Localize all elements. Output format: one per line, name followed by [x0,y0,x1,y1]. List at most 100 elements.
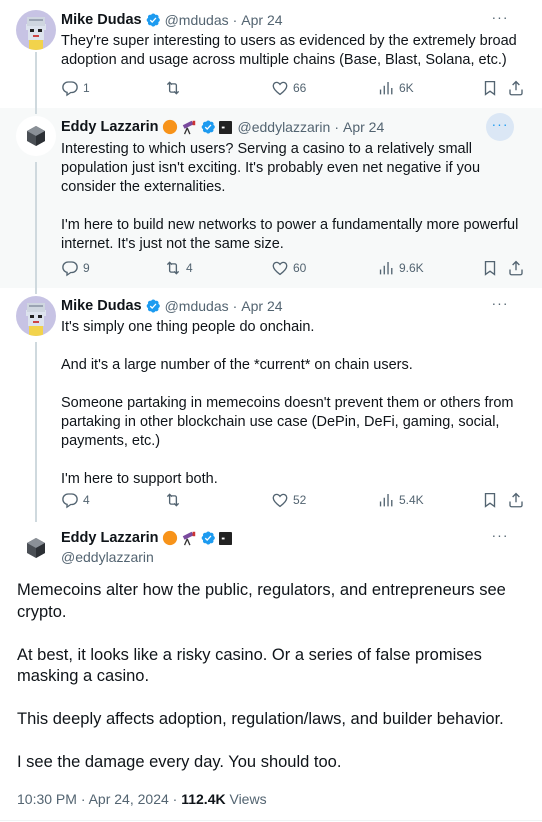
tweet-header: Mike Dudas @mdudas · Apr 24 ··· [61,296,526,316]
like-icon [271,79,289,97]
like-icon [271,491,289,509]
repost-icon [164,79,182,97]
handle-row: @eddylazzarin [61,547,526,567]
tweet-3[interactable]: Mike Dudas @mdudas · Apr 24 ··· It's sim… [0,288,542,516]
avatar[interactable] [16,528,56,568]
share-button[interactable] [507,258,525,278]
tweet-paragraph: I'm here to build new networks to power … [61,217,519,252]
main-tweet: Eddy Lazzarin ··· @eddylazzarin Memecoin… [0,516,542,822]
share-button[interactable] [507,78,525,98]
repost-count: 4 [186,261,193,275]
repost-button[interactable] [164,78,182,98]
thread-line [35,52,37,108]
orange-circle-emoji-icon [162,530,178,546]
reply-count: 9 [83,261,90,275]
tweet-metadata: 10:30 PM · Apr 24, 2024 · 112.4K Views [17,791,267,807]
orange-circle-emoji-icon [162,119,178,135]
tweet-paragraph: Interesting to which users? Serving a ca… [61,141,481,195]
thread-line [35,288,37,294]
tweet-text: Interesting to which users? Serving a ca… [61,140,528,254]
tweet-paragraph: Someone partaking in memecoins doesn't p… [61,395,514,449]
author-name[interactable]: Eddy Lazzarin [61,119,159,135]
views-label: Views [225,791,267,807]
reply-button[interactable]: 4 [61,490,90,510]
views-button[interactable]: 5.4K [377,490,424,510]
tweet-paragraph: This deeply affects adoption, regulation… [17,710,504,728]
reply-icon [61,259,79,277]
thread-line [35,162,37,288]
avatar[interactable] [16,116,56,156]
telescope-emoji-icon [181,530,197,546]
views-icon [377,79,395,97]
tweet-date[interactable]: Apr 24 [241,12,282,28]
repost-icon [164,259,182,277]
repost-button[interactable]: 4 [164,258,193,278]
views-count: 112.4K [181,791,226,807]
thread-line [35,516,37,522]
reply-icon [61,79,79,97]
bookmark-button[interactable] [481,78,499,98]
views-icon [377,259,395,277]
tweet-paragraph: I'm here to support both. [61,471,218,487]
views-count: 5.4K [399,493,424,507]
share-button[interactable] [507,490,525,510]
action-bar: 4 52 5.4K [61,490,526,510]
more-icon[interactable]: ··· [490,296,510,316]
verified-badge-icon [145,298,161,314]
tweet-paragraph: They're super interesting to users as ev… [61,33,517,68]
bookmark-button[interactable] [481,258,499,278]
avatar[interactable] [16,296,56,336]
more-icon[interactable]: ··· [490,10,510,30]
views-count: 6K [399,81,414,95]
repost-button[interactable] [164,490,182,510]
more-icon[interactable]: ··· [490,528,510,548]
author-handle[interactable]: @mdudas [165,298,229,314]
separator: · [232,298,238,314]
action-bar: 1 66 6K [61,78,526,98]
repost-icon [164,491,182,509]
author-name[interactable]: Mike Dudas [61,298,142,314]
tweet-1[interactable]: Mike Dudas @mdudas · Apr 24 ··· They're … [0,0,542,108]
tweet-timestamp[interactable]: 10:30 PM · Apr 24, 2024 · [17,791,181,807]
author-name[interactable]: Mike Dudas [61,12,142,28]
tweet-header: Eddy Lazzarin @eddylazzarin · Apr 24 ··· [61,113,526,141]
bookmark-icon [481,259,499,277]
a16z-square-icon [219,532,232,545]
bookmark-icon [481,79,499,97]
tweet-paragraph: Memecoins alter how the public, regulato… [17,581,506,621]
reply-button[interactable]: 9 [61,258,90,278]
thread-line [35,342,37,516]
share-icon [507,79,525,97]
action-bar: 9 4 60 9.6K [61,258,526,278]
tweet-date[interactable]: Apr 24 [343,119,384,135]
bookmark-button[interactable] [481,490,499,510]
author-handle[interactable]: @eddylazzarin [61,549,154,565]
views-icon [377,491,395,509]
tweet-paragraph: At best, it looks like a risky casino. O… [17,645,482,686]
a16z-square-icon [219,121,232,134]
like-icon [271,259,289,277]
reply-icon [61,491,79,509]
separator: · [334,119,339,135]
like-count: 66 [293,81,307,95]
author-handle[interactable]: @eddylazzarin [238,119,331,135]
more-icon[interactable]: ··· [486,113,514,141]
tweet-date[interactable]: Apr 24 [241,298,282,314]
avatar[interactable] [16,10,56,50]
like-count: 52 [293,493,307,507]
like-button[interactable]: 52 [271,490,306,510]
divider [0,820,542,821]
bookmark-icon [481,491,499,509]
verified-badge-icon [200,530,216,546]
tweet-header: Mike Dudas @mdudas · Apr 24 ··· [61,10,526,30]
author-name[interactable]: Eddy Lazzarin [61,530,159,546]
views-button[interactable]: 9.6K [377,258,424,278]
reply-button[interactable]: 1 [61,78,90,98]
author-handle[interactable]: @mdudas [165,12,229,28]
like-button[interactable]: 60 [271,258,306,278]
views-button[interactable]: 6K [377,78,414,98]
like-count: 60 [293,261,307,275]
tweet-text: They're super interesting to users as ev… [61,32,528,70]
tweet-2[interactable]: Eddy Lazzarin @eddylazzarin · Apr 24 ···… [0,108,542,288]
like-button[interactable]: 66 [271,78,306,98]
